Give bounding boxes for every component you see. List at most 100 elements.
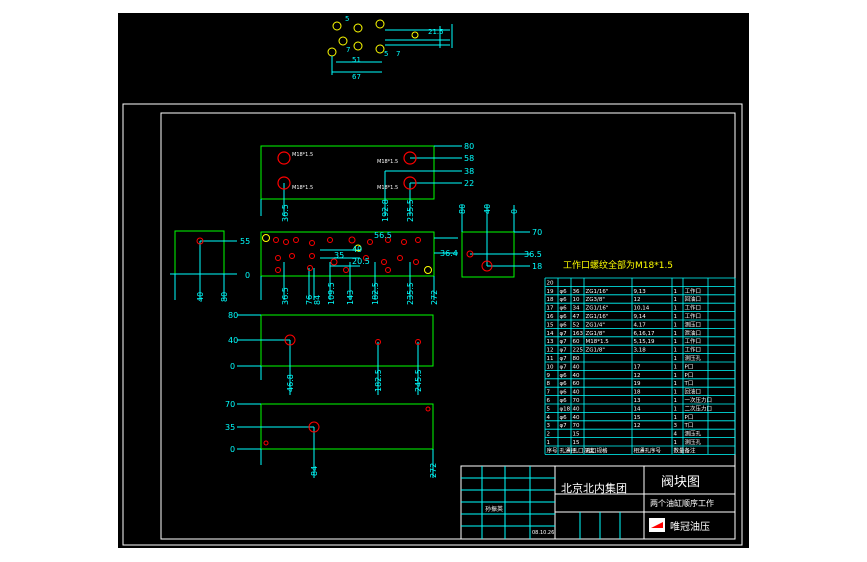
dimension-label: 109.5 — [327, 282, 336, 305]
dimension-label: 143 — [346, 290, 355, 305]
table-cell: 1 — [674, 322, 678, 328]
table-cell: P口 — [685, 372, 694, 379]
table-cell: 70 — [573, 423, 580, 429]
table-cell: 12 — [634, 373, 641, 379]
table-cell: 1 — [674, 390, 678, 396]
dimension-label: 36.5 — [281, 287, 290, 305]
dimension-label: 40 — [196, 292, 205, 302]
table-cell: 14 — [634, 406, 641, 412]
dimension-label: 84 — [310, 466, 319, 476]
drawing-date: 08.10.26 — [532, 530, 554, 536]
table-cell: 1 — [674, 289, 678, 295]
table-cell: 17 — [547, 306, 554, 312]
table-cell: φ7 — [560, 364, 568, 370]
dimension-label: 80 — [458, 204, 467, 214]
table-cell: 2 — [547, 432, 551, 438]
table-cell: 15 — [573, 440, 580, 446]
dimension-label: 80 — [228, 311, 238, 320]
table-cell: 40 — [573, 406, 580, 412]
table-cell: 15 — [547, 322, 554, 328]
dimension-label: 272 — [429, 463, 438, 478]
table-cell: 一次压力口 — [685, 396, 713, 404]
detail-label: 5 — [345, 15, 349, 23]
cad-drawing-canvas: 5 7 5 21.5 7 51 67 M18*1.5 M18*1.5 M18*1… — [118, 13, 749, 548]
table-cell: 工作口 — [685, 337, 702, 345]
dimension-label: 235.5 — [406, 199, 415, 222]
table-cell: 80 — [573, 356, 580, 362]
drawing-title: 阀块图 — [661, 475, 700, 490]
table-cell: 11 — [547, 356, 554, 362]
table-cell: φ7 — [560, 339, 568, 345]
table-cell: 15 — [634, 415, 641, 421]
table-cell: φ6 — [560, 289, 568, 295]
logo-text: 唯冠油压 — [670, 520, 710, 533]
table-header-cell: 备注 — [685, 446, 697, 454]
table-cell: ZG1/16" — [586, 314, 609, 320]
drawing-subtitle: 两个油缸顺序工作 — [650, 498, 714, 508]
dimension-label: 245.5 — [414, 369, 423, 392]
table-cell: ZG1/8" — [586, 348, 605, 354]
dimension-label: 182.5 — [374, 369, 383, 392]
table-cell: 4 — [674, 432, 678, 438]
table-cell: 15 — [573, 432, 580, 438]
table-cell: 60 — [573, 381, 580, 387]
dimension-label: 20.5 — [352, 257, 370, 266]
table-cell: 1 — [674, 331, 678, 337]
table-cell: φ6 — [560, 297, 568, 303]
table-cell: 20 — [547, 280, 554, 286]
table-cell: 测压孔 — [685, 430, 702, 438]
table-cell: 3 — [674, 423, 678, 429]
table-cell: 4 — [547, 415, 551, 421]
table-header-cell: 孔口规格 — [586, 446, 609, 454]
table-cell: 测压口 — [685, 320, 702, 328]
table-cell: φ18 — [560, 406, 571, 412]
table-cell: M18*1.5 — [586, 339, 610, 345]
table-cell: φ7 — [560, 423, 568, 429]
table-cell: 5 — [547, 406, 551, 412]
table-cell: 6,16,17 — [634, 331, 655, 337]
table-cell: 34 — [573, 306, 580, 312]
table-cell: 16 — [547, 314, 554, 320]
dimension-label: 182.5 — [371, 282, 380, 305]
table-cell: 7 — [547, 390, 551, 396]
table-cell: 40 — [573, 364, 580, 370]
table-cell: T口 — [684, 422, 694, 429]
table-cell: 40 — [573, 415, 580, 421]
table-cell: T口 — [684, 380, 694, 387]
table-cell: 1 — [674, 373, 678, 379]
table-cell: 225 — [573, 348, 584, 354]
dimension-label: 18 — [532, 262, 542, 271]
dimension-label: 0 — [510, 209, 519, 214]
table-cell: 3,18 — [634, 348, 647, 354]
table-cell: 13 — [547, 339, 554, 345]
dimension-label: 0 — [245, 271, 250, 280]
table-cell: φ6 — [560, 398, 568, 404]
table-cell: 泄油口 — [685, 329, 702, 337]
table-cell: 测压孔 — [685, 354, 702, 362]
table-cell: 工作口 — [685, 304, 702, 312]
detail-label: 67 — [352, 73, 361, 81]
table-cell: 19 — [547, 289, 554, 295]
dimension-label: 84 — [313, 295, 322, 305]
table-cell: ZG1/8" — [586, 331, 605, 337]
table-cell: 9 — [547, 373, 551, 379]
table-cell: φ6 — [560, 390, 568, 396]
table-cell: 1 — [674, 381, 678, 387]
table-cell: 40 — [573, 390, 580, 396]
table-cell: ZG1/16" — [586, 289, 609, 295]
dimension-label: 40 — [483, 204, 492, 214]
table-cell: 1 — [674, 415, 678, 421]
detail-label: 7 — [346, 46, 350, 54]
table-cell: 163 — [573, 331, 584, 337]
dimension-label: 46.8 — [286, 374, 295, 392]
table-cell: 12 — [547, 348, 554, 354]
table-cell: φ6 — [560, 314, 568, 320]
table-cell: 1 — [674, 398, 678, 404]
table-cell: 1 — [674, 364, 678, 370]
thread-label: M18*1.5 — [377, 185, 398, 191]
table-cell: 3 — [547, 423, 551, 429]
table-cell: 1 — [547, 440, 551, 446]
table-cell: 1 — [674, 297, 678, 303]
thread-label: M18*1.5 — [377, 159, 398, 165]
thread-label: M18*1.5 — [292, 185, 313, 191]
